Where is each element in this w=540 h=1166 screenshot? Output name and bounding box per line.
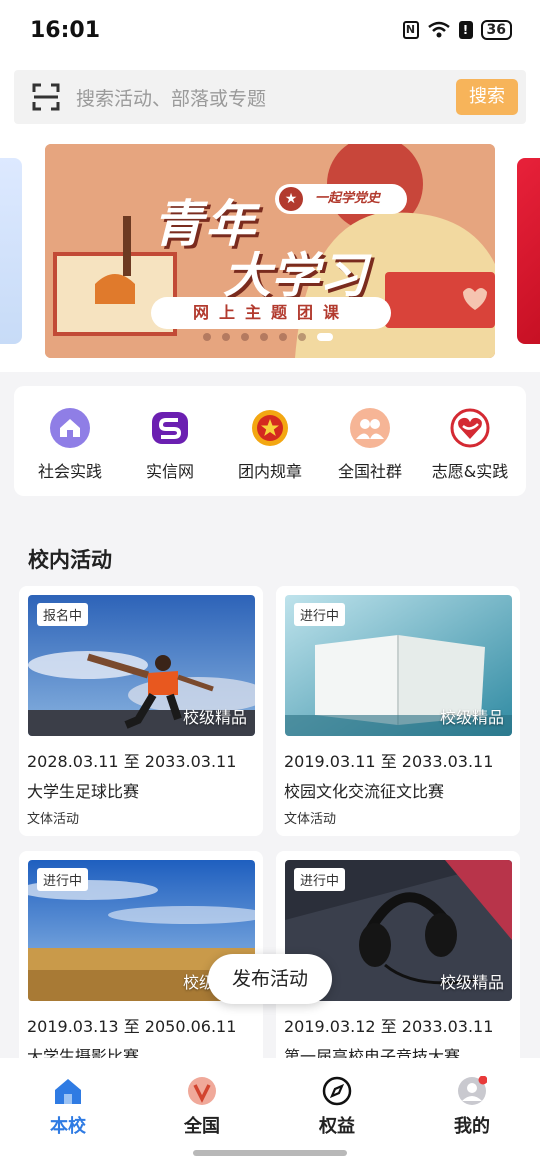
activity-card[interactable]: 进行中 校级精品 2019.03.11 至 2033.03.11 校园文化交流征… [276,586,520,836]
league-emblem-icon [252,410,288,446]
banner-next-slide[interactable] [517,158,540,344]
people-icon [350,408,390,448]
banner-carousel[interactable]: 青年 大学习 ★ 一起学党史 网上主题团课 [0,132,540,372]
quick-nav-label: 全国社群 [337,462,402,481]
home-icon [55,1079,81,1104]
quick-nav-label: 志愿&实践 [431,462,509,481]
banner-title-line2: 大学习 [223,248,368,304]
banner-subtitle: 网上主题团课 [151,297,391,329]
quality-badge: 校级精品 [439,708,504,727]
profile-icon [458,1076,487,1105]
activity-title: 校园文化交流征文比赛 [284,782,445,801]
carousel-dot[interactable] [222,333,230,341]
quick-nav-national-community[interactable]: 全国社群 [319,386,421,496]
quick-nav-volunteer[interactable]: 志愿&实践 [419,386,521,496]
status-badge: 进行中 [294,603,346,626]
s-logo-icon [152,412,188,444]
status-bar: 16:01 N ! 36 [0,0,540,62]
banner-badge: ★ 一起学党史 [275,184,407,214]
search-button[interactable]: 搜索 [456,79,518,115]
wifi-icon [427,21,450,38]
tab-label: 我的 [454,1116,490,1137]
status-badge: 进行中 [294,868,346,891]
search-bar: 搜索活动、部落或专题 搜索 [0,62,540,132]
search-input[interactable]: 搜索活动、部落或专题 搜索 [14,70,526,124]
carousel-dot[interactable] [241,333,249,341]
activity-category: 文体活动 [27,812,80,827]
tab-label: 本校 [50,1116,86,1137]
banner-prev-slide[interactable] [0,158,22,344]
scan-icon[interactable] [32,83,60,111]
quick-nav-social-practice[interactable]: 社会实践 [19,386,121,496]
quick-nav-league-rules[interactable]: 团内规章 [219,386,321,496]
quality-badge: 校级精品 [182,708,247,727]
tab-mine[interactable]: 我的 [432,1076,512,1146]
home-indicator[interactable] [193,1150,347,1156]
quick-nav-shixin[interactable]: 实信网 [119,386,221,496]
tab-national[interactable]: 全国 [162,1076,242,1146]
quick-nav: 社会实践 实信网 团内规章 全国社群 志愿&实践 [14,386,526,496]
carousel-dot[interactable] [260,333,268,341]
status-badge: 报名中 [37,603,89,626]
carousel-dot[interactable] [203,333,211,341]
search-placeholder: 搜索活动、部落或专题 [76,88,267,110]
activity-date: 2028.03.11 至 2033.03.11 [27,752,237,771]
activity-date: 2019.03.12 至 2033.03.11 [284,1017,494,1036]
status-badge: 进行中 [37,868,89,891]
quick-nav-label: 团内规章 [237,462,302,481]
quick-nav-label: 社会实践 [37,462,102,481]
activity-image: 报名中 校级精品 [28,595,255,736]
banner-badge-text: 一起学党史 [315,191,381,206]
tab-rights[interactable]: 权益 [297,1076,377,1146]
alert-icon: ! [458,21,473,39]
tab-label: 权益 [319,1116,355,1137]
status-time: 16:01 [30,18,101,43]
status-icons: N ! 36 [402,20,512,40]
publish-activity-button[interactable]: 发布活动 [208,954,332,1004]
carousel-dot[interactable] [279,333,287,341]
star-icon: ★ [279,187,303,211]
activity-card[interactable]: 报名中 校级精品 2028.03.11 至 2033.03.11 大学生足球比赛… [19,586,263,836]
tab-home[interactable]: 本校 [28,1076,108,1146]
carousel-dot[interactable] [298,333,306,341]
carousel-dot-active[interactable] [317,333,333,341]
activity-image: 进行中 校级精品 [285,595,512,736]
compass-icon [322,1076,352,1106]
battery-indicator: 36 [480,20,512,40]
activity-title: 大学生足球比赛 [27,782,140,801]
quality-badge: 校级精品 [439,973,504,992]
activity-date: 2019.03.11 至 2033.03.11 [284,752,494,771]
carousel-indicator [203,333,333,341]
house-icon [50,408,90,448]
activity-category: 文体活动 [284,812,337,827]
tab-label: 全国 [184,1116,220,1137]
v-logo-icon [188,1077,216,1105]
banner-slide[interactable]: 青年 大学习 ★ 一起学党史 网上主题团课 [45,144,495,358]
quick-nav-label: 实信网 [145,462,194,481]
section-title: 校内活动 [28,548,112,572]
activity-date: 2019.03.13 至 2050.06.11 [27,1017,237,1036]
nfc-icon: N [402,21,419,39]
heart-icon [450,408,490,448]
